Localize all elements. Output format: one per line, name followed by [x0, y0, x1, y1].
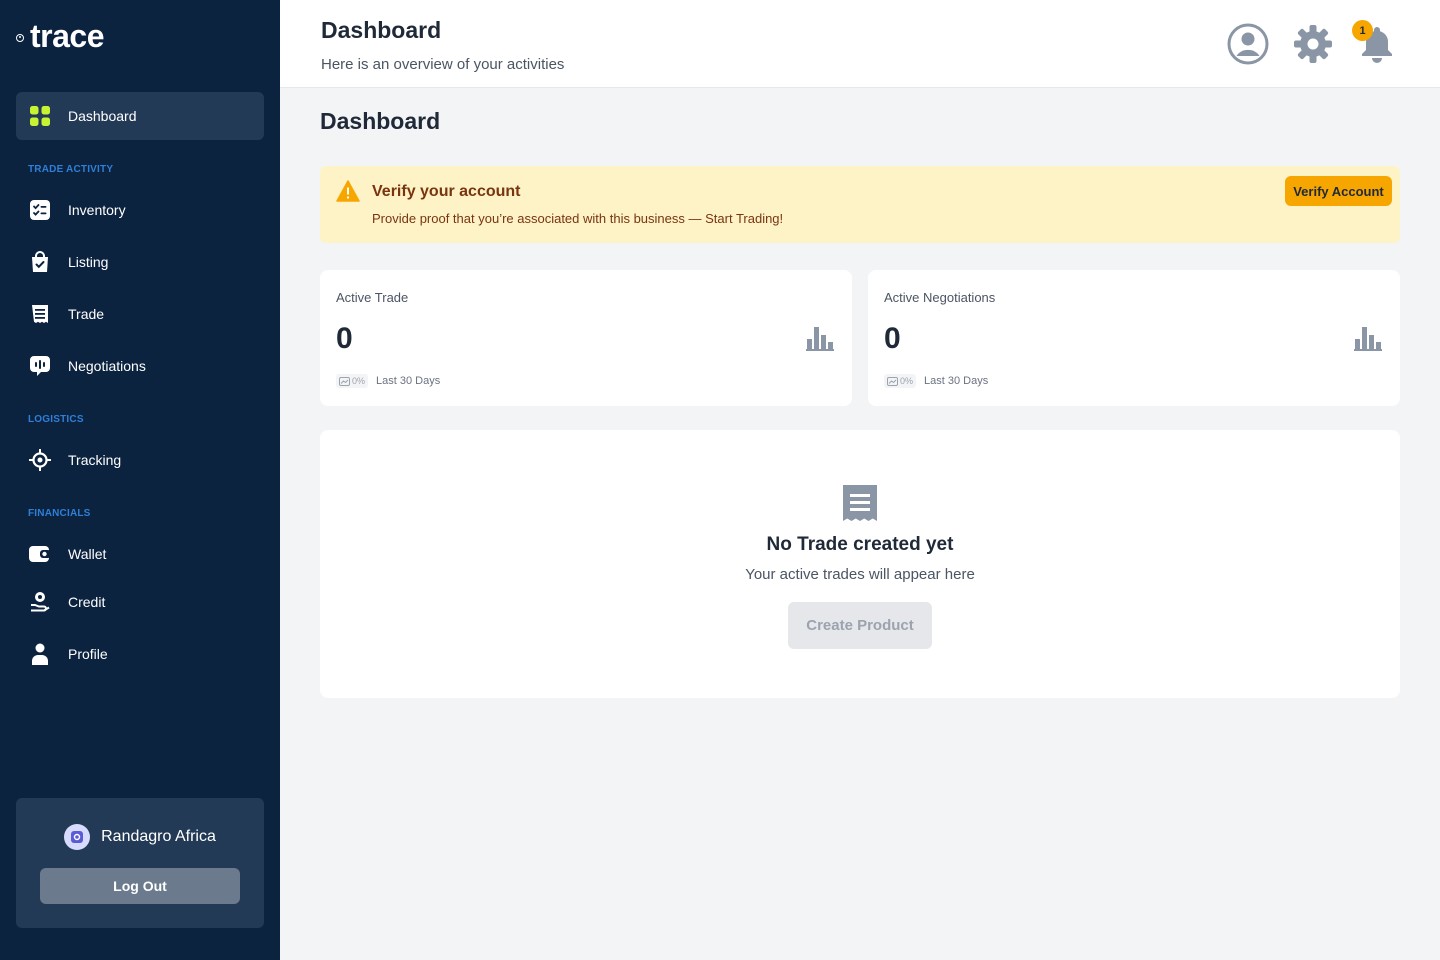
- alert-description: Provide proof that you’re associated wit…: [372, 211, 784, 226]
- verify-account-button[interactable]: Verify Account: [1285, 176, 1392, 206]
- change-pill: 0%: [336, 374, 369, 388]
- sidebar-item-label: Tracking: [68, 452, 122, 468]
- inventory-checklist-icon: [28, 198, 52, 222]
- dashboard-grid-icon: [28, 104, 52, 128]
- stat-card-active-negotiations: Active Negotiations 0 0% Last 30 Days: [868, 270, 1400, 406]
- empty-state-subtitle: Your active trades will appear here: [745, 566, 975, 583]
- shopping-bag-check-icon: [28, 250, 52, 274]
- wallet-icon: [28, 542, 52, 566]
- sidebar: trace Dashboard TRADE ACTIVITY Inventory…: [0, 0, 280, 960]
- sidebar-item-label: Wallet: [68, 546, 107, 562]
- stat-footer: 0% Last 30 Days: [336, 374, 440, 388]
- top-header: Dashboard Here is an overview of your ac…: [280, 0, 1440, 88]
- location-target-icon: [28, 448, 52, 472]
- sidebar-item-label: Trade: [68, 306, 105, 322]
- trend-icon: [887, 376, 898, 386]
- sidebar-item-label: Listing: [68, 254, 109, 270]
- notification-badge: 1: [1352, 20, 1373, 41]
- sidebar-item-trade[interactable]: Trade: [16, 290, 264, 338]
- warning-triangle-icon: [336, 180, 360, 207]
- period-label: Last 30 Days: [376, 375, 441, 387]
- bar-chart-icon: [1354, 325, 1382, 356]
- section-label-logistics: LOGISTICS: [28, 414, 84, 425]
- section-label-trade-activity: TRADE ACTIVITY: [28, 164, 114, 175]
- section-label-financials: FINANCIALS: [28, 508, 91, 519]
- receipt-icon: [842, 484, 878, 527]
- stat-label: Active Trade: [336, 290, 409, 305]
- create-product-button[interactable]: Create Product: [788, 602, 932, 649]
- account-panel: Randagro Africa Log Out: [16, 798, 264, 928]
- logout-button[interactable]: Log Out: [40, 868, 240, 904]
- change-value: 0%: [900, 376, 914, 386]
- receipt-icon: [28, 302, 52, 326]
- page-title: Dashboard: [320, 108, 441, 134]
- sidebar-item-dashboard[interactable]: Dashboard: [16, 92, 264, 140]
- sidebar-item-label: Inventory: [68, 202, 126, 218]
- sidebar-item-listing[interactable]: Listing: [16, 238, 264, 286]
- logo-mark-icon: [16, 33, 24, 42]
- hand-coin-icon: [28, 590, 52, 614]
- brand-name: trace: [30, 18, 105, 54]
- trend-icon: [339, 376, 350, 386]
- sidebar-item-label: Credit: [68, 594, 106, 610]
- stat-label: Active Negotiations: [884, 290, 996, 305]
- avatar: [64, 824, 91, 850]
- stat-value: 0: [884, 322, 901, 355]
- sidebar-item-label: Profile: [68, 646, 108, 662]
- stat-card-active-trade: Active Trade 0 0% Last 30 Days: [320, 270, 852, 406]
- user-icon: [28, 642, 52, 666]
- profile-avatar-button[interactable]: [1226, 22, 1270, 66]
- empty-state-title: No Trade created yet: [766, 534, 954, 555]
- sidebar-item-profile[interactable]: Profile: [16, 630, 264, 678]
- brand-logo[interactable]: trace: [16, 18, 105, 55]
- verify-account-alert: Verify your account Provide proof that y…: [320, 166, 1400, 243]
- account-name: Randagro Africa: [101, 828, 216, 845]
- sidebar-item-wallet[interactable]: Wallet: [16, 530, 264, 578]
- user-circle-icon: [1227, 23, 1269, 65]
- sidebar-item-label: Dashboard: [68, 108, 137, 124]
- account-info: Randagro Africa: [16, 824, 264, 850]
- sidebar-item-label: Negotiations: [68, 358, 146, 374]
- change-value: 0%: [352, 376, 366, 386]
- sidebar-item-negotiations[interactable]: Negotiations: [16, 342, 264, 390]
- gear-icon: [1294, 25, 1332, 63]
- empty-state-card: No Trade created yet Your active trades …: [320, 430, 1400, 698]
- sidebar-item-tracking[interactable]: Tracking: [16, 436, 264, 484]
- header-subtitle: Here is an overview of your activities: [321, 56, 565, 73]
- sidebar-item-credit[interactable]: Credit: [16, 578, 264, 626]
- period-label: Last 30 Days: [924, 375, 989, 387]
- chat-bubble-icon: [28, 354, 52, 378]
- alert-title: Verify your account: [372, 183, 521, 200]
- stat-value: 0: [336, 322, 353, 355]
- stat-footer: 0% Last 30 Days: [884, 374, 988, 388]
- sidebar-item-inventory[interactable]: Inventory: [16, 186, 264, 234]
- bar-chart-icon: [806, 325, 834, 356]
- header-title: Dashboard: [321, 17, 442, 43]
- settings-button[interactable]: [1291, 22, 1335, 66]
- change-pill: 0%: [884, 374, 917, 388]
